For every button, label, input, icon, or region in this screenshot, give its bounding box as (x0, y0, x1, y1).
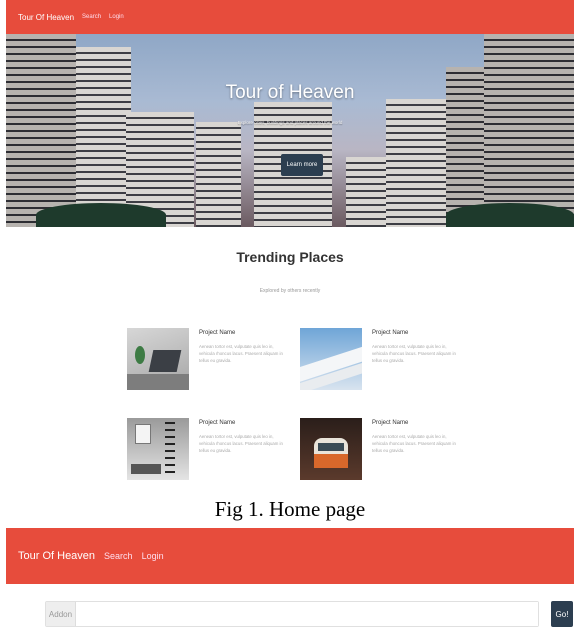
place-card[interactable]: Project Name Aenean tortor est, vulputat… (127, 418, 297, 480)
card-title: Project Name (199, 330, 236, 336)
home-navbar: Tour Of Heaven Search Login (6, 0, 574, 34)
card-title: Project Name (372, 330, 409, 336)
building-image (386, 99, 451, 227)
card-title: Project Name (199, 420, 236, 426)
search-bar: Addon Go! (45, 601, 573, 627)
search-navbar: Tour Of Heaven Search Login (6, 528, 574, 584)
figure-caption: Fig 1. Home page (214, 497, 366, 521)
search-addon: Addon (46, 602, 76, 626)
learn-more-button[interactable]: Learn more (281, 154, 323, 176)
laptop-desk-photo (127, 328, 189, 390)
tree-image (36, 203, 166, 227)
building-image (6, 34, 76, 227)
hero-banner: Tour of Heaven Explore cities, buildings… (6, 34, 574, 227)
nav-search-link[interactable]: Search (104, 551, 133, 561)
card-description: Aenean tortor est, vulputate quis leo in… (199, 344, 283, 363)
nav-login-link[interactable]: Login (142, 551, 164, 561)
card-description: Aenean tortor est, vulputate quis leo in… (372, 344, 456, 363)
hero-subtitle: Explore cities, buildings and places aro… (237, 120, 343, 125)
go-button[interactable]: Go! (551, 601, 573, 627)
brand-link[interactable]: Tour Of Heaven (18, 13, 74, 22)
nav-search-link[interactable]: Search (82, 14, 101, 20)
place-card[interactable]: Project Name Aenean tortor est, vulputat… (300, 328, 470, 390)
card-title: Project Name (372, 420, 409, 426)
card-description: Aenean tortor est, vulputate quis leo in… (372, 434, 456, 453)
trending-title: Trending Places (236, 249, 344, 265)
loft-interior-photo (127, 418, 189, 480)
trending-subtitle: Explored by others recently (259, 288, 321, 294)
tree-image (446, 203, 574, 227)
vw-van-photo (300, 418, 362, 480)
search-input[interactable] (76, 602, 538, 626)
hero-title: Tour of Heaven (225, 82, 355, 103)
building-image (76, 47, 131, 227)
building-facade-photo (300, 328, 362, 390)
card-description: Aenean tortor est, vulputate quis leo in… (199, 434, 283, 453)
building-image (484, 34, 574, 227)
place-card[interactable]: Project Name Aenean tortor est, vulputat… (300, 418, 470, 480)
brand-link[interactable]: Tour Of Heaven (18, 550, 95, 562)
place-card[interactable]: Project Name Aenean tortor est, vulputat… (127, 328, 297, 390)
building-image (196, 122, 241, 227)
building-image (346, 157, 386, 227)
nav-login-link[interactable]: Login (109, 14, 124, 20)
